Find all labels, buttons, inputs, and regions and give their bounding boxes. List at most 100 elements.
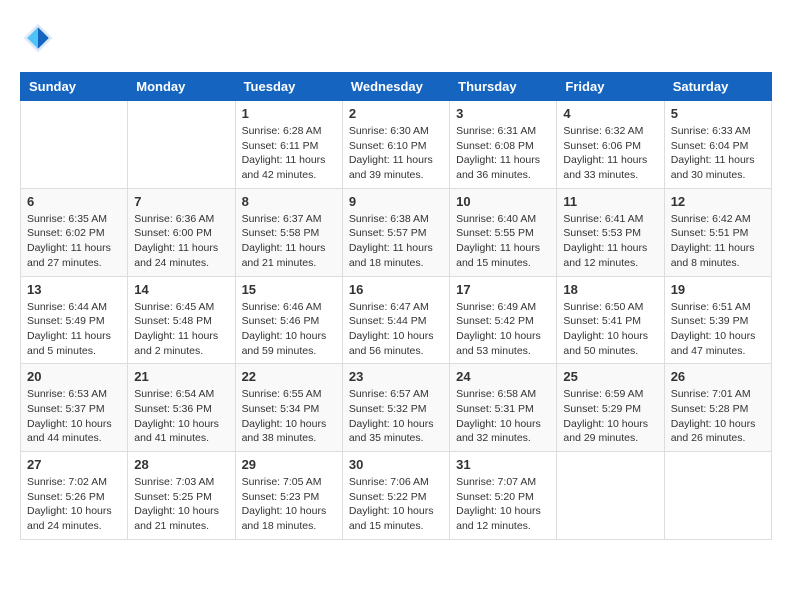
calendar-cell: 15 Sunrise: 6:46 AM Sunset: 5:46 PM Dayli…	[235, 276, 342, 364]
calendar-body: 1 Sunrise: 6:28 AM Sunset: 6:11 PM Daylig…	[21, 101, 772, 540]
calendar-cell	[128, 101, 235, 189]
day-info: Sunrise: 7:07 AM Sunset: 5:20 PM Dayligh…	[456, 475, 550, 534]
day-number: 2	[349, 106, 443, 121]
calendar-cell: 10 Sunrise: 6:40 AM Sunset: 5:55 PM Dayli…	[450, 188, 557, 276]
weekday-header-sunday: Sunday	[21, 73, 128, 101]
day-info: Sunrise: 7:06 AM Sunset: 5:22 PM Dayligh…	[349, 475, 443, 534]
calendar-week-2: 6 Sunrise: 6:35 AM Sunset: 6:02 PM Daylig…	[21, 188, 772, 276]
calendar-cell: 5 Sunrise: 6:33 AM Sunset: 6:04 PM Daylig…	[664, 101, 771, 189]
day-number: 21	[134, 369, 228, 384]
calendar-cell: 6 Sunrise: 6:35 AM Sunset: 6:02 PM Daylig…	[21, 188, 128, 276]
day-number: 29	[242, 457, 336, 472]
day-number: 17	[456, 282, 550, 297]
calendar-cell	[557, 452, 664, 540]
day-number: 13	[27, 282, 121, 297]
calendar-cell: 3 Sunrise: 6:31 AM Sunset: 6:08 PM Daylig…	[450, 101, 557, 189]
day-info: Sunrise: 6:53 AM Sunset: 5:37 PM Dayligh…	[27, 387, 121, 446]
day-info: Sunrise: 7:02 AM Sunset: 5:26 PM Dayligh…	[27, 475, 121, 534]
weekday-header-wednesday: Wednesday	[342, 73, 449, 101]
day-number: 20	[27, 369, 121, 384]
day-number: 8	[242, 194, 336, 209]
calendar-cell: 25 Sunrise: 6:59 AM Sunset: 5:29 PM Dayli…	[557, 364, 664, 452]
weekday-header-monday: Monday	[128, 73, 235, 101]
calendar-cell: 21 Sunrise: 6:54 AM Sunset: 5:36 PM Dayli…	[128, 364, 235, 452]
day-info: Sunrise: 6:30 AM Sunset: 6:10 PM Dayligh…	[349, 124, 443, 183]
weekday-header-tuesday: Tuesday	[235, 73, 342, 101]
day-number: 28	[134, 457, 228, 472]
calendar-cell: 8 Sunrise: 6:37 AM Sunset: 5:58 PM Daylig…	[235, 188, 342, 276]
day-info: Sunrise: 6:37 AM Sunset: 5:58 PM Dayligh…	[242, 212, 336, 271]
day-number: 3	[456, 106, 550, 121]
weekday-row: SundayMondayTuesdayWednesdayThursdayFrid…	[21, 73, 772, 101]
calendar-cell: 1 Sunrise: 6:28 AM Sunset: 6:11 PM Daylig…	[235, 101, 342, 189]
day-info: Sunrise: 6:35 AM Sunset: 6:02 PM Dayligh…	[27, 212, 121, 271]
calendar-cell: 29Sunrise: 7:05 AM Sunset: 5:23 PM Dayli…	[235, 452, 342, 540]
day-number: 1	[242, 106, 336, 121]
calendar-week-5: 27Sunrise: 7:02 AM Sunset: 5:26 PM Dayli…	[21, 452, 772, 540]
weekday-header-friday: Friday	[557, 73, 664, 101]
calendar-cell: 28 Sunrise: 7:03 AM Sunset: 5:25 PM Dayli…	[128, 452, 235, 540]
logo-icon	[20, 20, 56, 56]
day-info: Sunrise: 6:28 AM Sunset: 6:11 PM Dayligh…	[242, 124, 336, 183]
calendar-cell: 27Sunrise: 7:02 AM Sunset: 5:26 PM Dayli…	[21, 452, 128, 540]
calendar-cell: 13 Sunrise: 6:44 AM Sunset: 5:49 PM Dayli…	[21, 276, 128, 364]
day-info: Sunrise: 6:40 AM Sunset: 5:55 PM Dayligh…	[456, 212, 550, 271]
day-info: Sunrise: 6:45 AM Sunset: 5:48 PM Dayligh…	[134, 300, 228, 359]
calendar-cell: 7Sunrise: 6:36 AM Sunset: 6:00 PM Daylig…	[128, 188, 235, 276]
day-number: 18	[563, 282, 657, 297]
calendar-cell: 14Sunrise: 6:45 AM Sunset: 5:48 PM Dayli…	[128, 276, 235, 364]
day-number: 4	[563, 106, 657, 121]
calendar-cell: 16 Sunrise: 6:47 AM Sunset: 5:44 PM Dayli…	[342, 276, 449, 364]
calendar-cell: 31 Sunrise: 7:07 AM Sunset: 5:20 PM Dayli…	[450, 452, 557, 540]
day-number: 9	[349, 194, 443, 209]
day-number: 6	[27, 194, 121, 209]
page-header	[20, 20, 772, 56]
day-info: Sunrise: 6:55 AM Sunset: 5:34 PM Dayligh…	[242, 387, 336, 446]
calendar-week-1: 1 Sunrise: 6:28 AM Sunset: 6:11 PM Daylig…	[21, 101, 772, 189]
calendar-cell: 12Sunrise: 6:42 AM Sunset: 5:51 PM Dayli…	[664, 188, 771, 276]
calendar-cell: 9 Sunrise: 6:38 AM Sunset: 5:57 PM Daylig…	[342, 188, 449, 276]
day-number: 31	[456, 457, 550, 472]
day-number: 25	[563, 369, 657, 384]
calendar-cell	[664, 452, 771, 540]
day-number: 23	[349, 369, 443, 384]
day-number: 5	[671, 106, 765, 121]
day-info: Sunrise: 6:41 AM Sunset: 5:53 PM Dayligh…	[563, 212, 657, 271]
day-info: Sunrise: 7:03 AM Sunset: 5:25 PM Dayligh…	[134, 475, 228, 534]
calendar-cell: 4 Sunrise: 6:32 AM Sunset: 6:06 PM Daylig…	[557, 101, 664, 189]
calendar-cell: 20 Sunrise: 6:53 AM Sunset: 5:37 PM Dayli…	[21, 364, 128, 452]
day-number: 15	[242, 282, 336, 297]
day-number: 19	[671, 282, 765, 297]
day-info: Sunrise: 6:38 AM Sunset: 5:57 PM Dayligh…	[349, 212, 443, 271]
calendar-cell	[21, 101, 128, 189]
day-info: Sunrise: 6:44 AM Sunset: 5:49 PM Dayligh…	[27, 300, 121, 359]
day-number: 16	[349, 282, 443, 297]
calendar-cell: 22 Sunrise: 6:55 AM Sunset: 5:34 PM Dayli…	[235, 364, 342, 452]
weekday-header-thursday: Thursday	[450, 73, 557, 101]
calendar-cell: 26Sunrise: 7:01 AM Sunset: 5:28 PM Dayli…	[664, 364, 771, 452]
calendar-cell: 19Sunrise: 6:51 AM Sunset: 5:39 PM Dayli…	[664, 276, 771, 364]
day-number: 12	[671, 194, 765, 209]
day-info: Sunrise: 6:46 AM Sunset: 5:46 PM Dayligh…	[242, 300, 336, 359]
calendar-week-4: 20 Sunrise: 6:53 AM Sunset: 5:37 PM Dayli…	[21, 364, 772, 452]
day-number: 30	[349, 457, 443, 472]
calendar-cell: 24Sunrise: 6:58 AM Sunset: 5:31 PM Dayli…	[450, 364, 557, 452]
calendar-week-3: 13 Sunrise: 6:44 AM Sunset: 5:49 PM Dayli…	[21, 276, 772, 364]
calendar-cell: 23 Sunrise: 6:57 AM Sunset: 5:32 PM Dayli…	[342, 364, 449, 452]
calendar-cell: 30 Sunrise: 7:06 AM Sunset: 5:22 PM Dayli…	[342, 452, 449, 540]
weekday-header-saturday: Saturday	[664, 73, 771, 101]
day-number: 10	[456, 194, 550, 209]
logo	[20, 20, 60, 56]
calendar-cell: 18Sunrise: 6:50 AM Sunset: 5:41 PM Dayli…	[557, 276, 664, 364]
day-info: Sunrise: 7:01 AM Sunset: 5:28 PM Dayligh…	[671, 387, 765, 446]
day-info: Sunrise: 6:47 AM Sunset: 5:44 PM Dayligh…	[349, 300, 443, 359]
day-info: Sunrise: 6:32 AM Sunset: 6:06 PM Dayligh…	[563, 124, 657, 183]
day-info: Sunrise: 6:54 AM Sunset: 5:36 PM Dayligh…	[134, 387, 228, 446]
day-number: 22	[242, 369, 336, 384]
day-info: Sunrise: 6:31 AM Sunset: 6:08 PM Dayligh…	[456, 124, 550, 183]
day-info: Sunrise: 6:33 AM Sunset: 6:04 PM Dayligh…	[671, 124, 765, 183]
day-info: Sunrise: 6:59 AM Sunset: 5:29 PM Dayligh…	[563, 387, 657, 446]
day-number: 7	[134, 194, 228, 209]
day-info: Sunrise: 6:57 AM Sunset: 5:32 PM Dayligh…	[349, 387, 443, 446]
day-info: Sunrise: 6:49 AM Sunset: 5:42 PM Dayligh…	[456, 300, 550, 359]
